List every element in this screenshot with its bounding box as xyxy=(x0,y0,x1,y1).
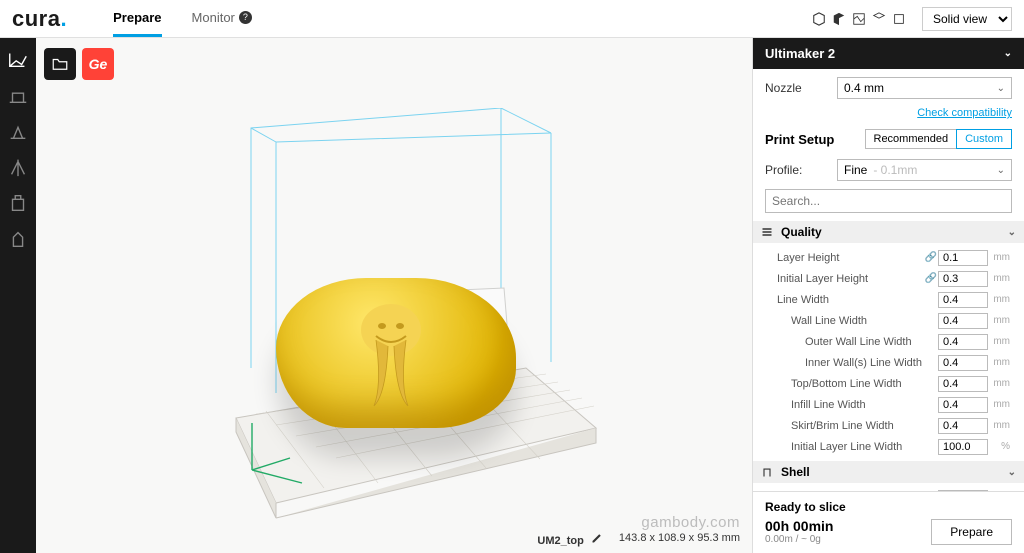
tool-rail xyxy=(0,38,36,553)
param-label: Inner Wall(s) Line Width xyxy=(765,357,924,369)
param-label: Initial Layer Line Width xyxy=(765,441,924,453)
param-value[interactable] xyxy=(938,376,988,392)
ready-label: Ready to slice xyxy=(765,500,1012,514)
param-row: Wall Line Width mm xyxy=(765,310,1012,331)
quality-icon xyxy=(761,226,773,238)
quality-params: Layer Height🔗mmInitial Layer Height🔗mmLi… xyxy=(765,243,1012,461)
panel-body: Nozzle 0.4 mm⌄ Check compatibility Print… xyxy=(753,69,1024,491)
shell-icon xyxy=(761,466,773,478)
folder-icon xyxy=(51,55,69,73)
app-logo: cura. xyxy=(12,6,67,32)
param-value[interactable] xyxy=(938,271,988,287)
view-icon-4[interactable] xyxy=(872,12,886,26)
prepare-button[interactable]: Prepare xyxy=(931,519,1012,545)
check-compat-link[interactable]: Check compatibility xyxy=(765,107,1012,119)
param-unit: mm xyxy=(988,378,1012,389)
param-label: Outer Wall Line Width xyxy=(765,336,924,348)
rail-persetting-icon[interactable] xyxy=(7,192,29,214)
help-icon[interactable]: ? xyxy=(239,11,252,24)
print-setup-title: Print Setup xyxy=(765,132,865,147)
section-quality[interactable]: Quality⌄ xyxy=(753,221,1024,243)
param-value[interactable] xyxy=(938,397,988,413)
app-header: cura. Prepare Monitor? Solid view xyxy=(0,0,1024,38)
param-row: Infill Line Width mm xyxy=(765,394,1012,415)
param-row: Initial Layer Height🔗 mm xyxy=(765,268,1012,289)
param-label: Top/Bottom Line Width xyxy=(765,378,924,390)
stage-tabs: Prepare Monitor? xyxy=(113,0,252,37)
view-icon-2[interactable] xyxy=(832,12,846,26)
param-unit: mm xyxy=(988,336,1012,347)
rail-rotate-icon[interactable] xyxy=(7,120,29,142)
setup-mode-toggle: Recommended Custom xyxy=(865,129,1013,149)
param-row: Layer Height🔗 mm xyxy=(765,247,1012,268)
param-value[interactable] xyxy=(938,292,988,308)
param-value[interactable] xyxy=(938,439,988,455)
param-row: Initial Layer Line Width% xyxy=(765,436,1012,457)
param-value[interactable] xyxy=(938,355,988,371)
param-label: Line Width xyxy=(765,294,924,306)
rail-support-icon[interactable] xyxy=(7,228,29,250)
tab-monitor[interactable]: Monitor? xyxy=(192,0,252,37)
param-value[interactable] xyxy=(938,418,988,434)
profile-label: Profile: xyxy=(765,163,837,177)
param-value[interactable] xyxy=(938,313,988,329)
link-icon[interactable]: 🔗 xyxy=(924,273,938,284)
shell-params: Wall ThicknessmmWall Line CountOuter Wal… xyxy=(765,483,1012,491)
param-value[interactable] xyxy=(938,334,988,350)
panel-footer: Ready to slice 00h 00min 0.00m / ~ 0g Pr… xyxy=(753,491,1024,553)
param-unit: mm xyxy=(988,273,1012,284)
param-unit: % xyxy=(988,441,1012,452)
settings-panel: Ultimaker 2⌄ Nozzle 0.4 mm⌄ Check compat… xyxy=(752,38,1024,553)
link-icon[interactable]: 🔗 xyxy=(924,252,938,263)
time-estimate: 00h 00min xyxy=(765,518,833,534)
view-icon-3[interactable] xyxy=(852,12,866,26)
main-area: Ge ltim ker 2 xyxy=(0,38,1024,553)
open-file-button[interactable] xyxy=(44,48,76,80)
view-icon-5[interactable] xyxy=(892,12,906,26)
stage[interactable]: Ge ltim ker 2 xyxy=(36,38,752,553)
rail-move-icon[interactable] xyxy=(7,48,29,70)
model-preview[interactable] xyxy=(266,278,526,448)
param-label: Initial Layer Height xyxy=(765,273,924,285)
mode-recommended[interactable]: Recommended xyxy=(865,129,957,149)
param-row: Top/Bottom Line Width mm xyxy=(765,373,1012,394)
param-unit: mm xyxy=(988,315,1012,326)
printer-selector[interactable]: Ultimaker 2⌄ xyxy=(753,38,1024,69)
view-mode-select[interactable]: Solid view xyxy=(922,7,1012,31)
param-unit: mm xyxy=(988,294,1012,305)
profile-select[interactable]: Fine- 0.1mm⌄ xyxy=(837,159,1012,181)
view-icons xyxy=(812,12,906,26)
section-shell[interactable]: Shell⌄ xyxy=(753,461,1024,483)
param-row: Line Width mm xyxy=(765,289,1012,310)
view-icon-1[interactable] xyxy=(812,12,826,26)
param-label: Infill Line Width xyxy=(765,399,924,411)
param-unit: mm xyxy=(988,252,1012,263)
nozzle-label: Nozzle xyxy=(765,81,837,95)
param-label: Wall Line Width xyxy=(765,315,924,327)
model-dimensions: 143.8 x 108.9 x 95.3 mm xyxy=(619,532,740,547)
param-unit: mm xyxy=(988,357,1012,368)
tab-prepare[interactable]: Prepare xyxy=(113,0,161,37)
param-value[interactable] xyxy=(938,250,988,266)
rail-scale-icon[interactable] xyxy=(7,84,29,106)
mode-custom[interactable]: Custom xyxy=(956,129,1012,149)
model-detail xyxy=(326,296,456,416)
param-row: Outer Wall Line Width mm xyxy=(765,331,1012,352)
param-row: Skirt/Brim Line Width mm xyxy=(765,415,1012,436)
param-row: Inner Wall(s) Line Width mm xyxy=(765,352,1012,373)
param-label: Layer Height xyxy=(765,252,924,264)
param-unit: mm xyxy=(988,420,1012,431)
header-right: Solid view xyxy=(812,7,1012,31)
settings-search[interactable] xyxy=(765,189,1012,213)
param-label: Skirt/Brim Line Width xyxy=(765,420,924,432)
marketplace-button[interactable]: Ge xyxy=(82,48,114,80)
nozzle-select[interactable]: 0.4 mm⌄ xyxy=(837,77,1012,99)
rail-mirror-icon[interactable] xyxy=(7,156,29,178)
material-estimate: 0.00m / ~ 0g xyxy=(765,534,833,545)
param-unit: mm xyxy=(988,399,1012,410)
stage-toolbox: Ge xyxy=(44,48,114,80)
